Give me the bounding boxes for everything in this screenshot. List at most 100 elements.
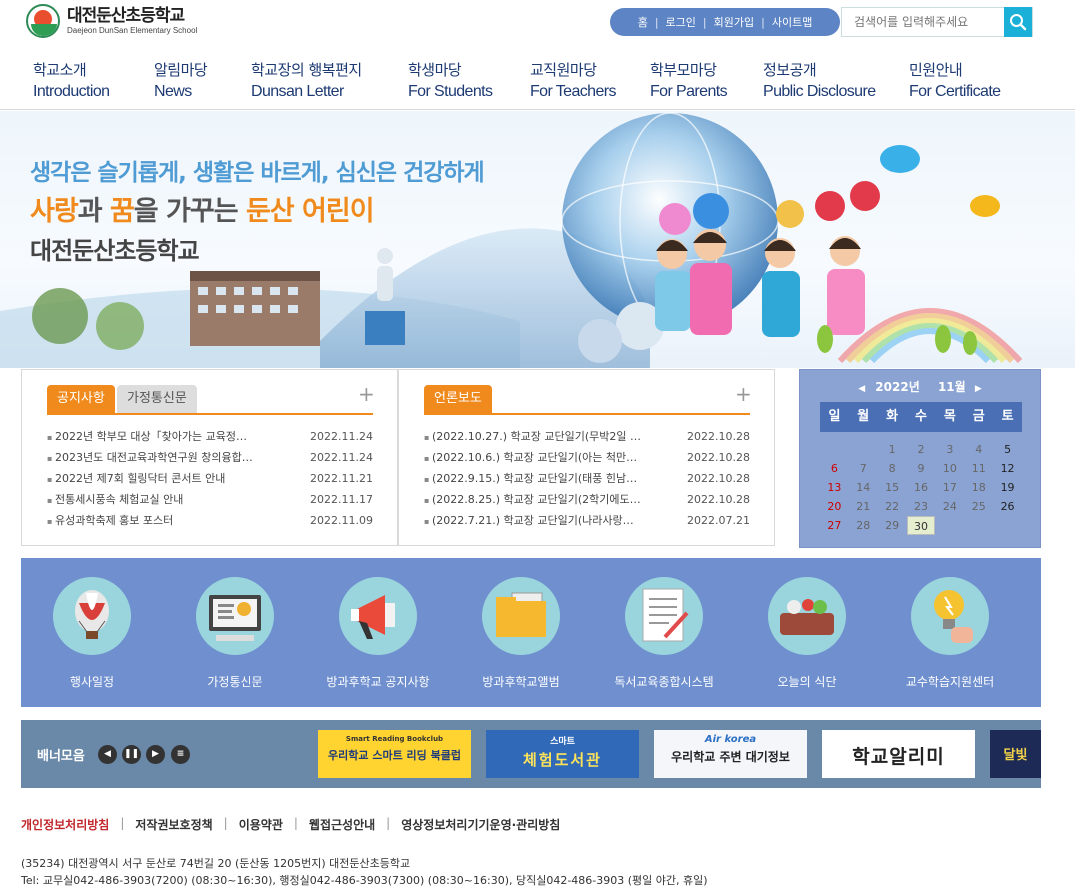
banner-caption: Air korea [704,734,757,745]
quick-item-reading-system[interactable]: 독서교육종합시스템 [609,577,719,690]
calendar-prev-button[interactable]: ◀ [858,384,865,394]
calendar-day[interactable]: 19 [993,478,1022,497]
banner-title: 배너모음 [37,749,85,764]
list-item[interactable]: 전통세시풍속 체험교실 안내2022.11.17 [47,489,373,510]
banner-next-button[interactable]: ▶ [146,745,165,764]
logo-subtitle: Daejeon DunSan Elementary School [67,26,198,35]
list-item[interactable]: (2022.10.27.) 학교장 교단일기(무박2일 …2022.10.28 [424,426,750,447]
calendar-next-button[interactable]: ▶ [975,384,982,394]
list-item[interactable]: (2022.8.25.) 학교장 교단일기(2학기에도…2022.10.28 [424,489,750,510]
nav-introduction[interactable]: 학교소개 Introduction [33,60,110,102]
login-link[interactable]: 로그인 [666,14,696,30]
nav-label-en: For Teachers [530,83,616,100]
nav-label-ko: 알림마당 [154,61,208,79]
press-more-button[interactable]: + [735,384,752,404]
calendar-day[interactable]: 10 [935,459,964,478]
nav-parents[interactable]: 학부모마당 For Parents [650,60,728,102]
cctv-policy-link[interactable]: 영상정보처리기기운영·관리방침 [401,816,560,833]
accessibility-link[interactable]: 웹접근성안내 [309,816,375,833]
calendar-day[interactable]: 26 [993,497,1022,516]
quick-item-label: 행사일정 [69,675,115,689]
nav-students[interactable]: 학생마당 For Students [408,60,493,102]
list-item[interactable]: (2022.7.21.) 학교장 교단일기(나라사랑…2022.07.21 [424,510,750,531]
banner-moonlight[interactable]: 달빛 [990,730,1041,778]
calendar-day[interactable]: 16 [907,478,936,497]
nav-public-disclosure[interactable]: 정보공개 Public Disclosure [763,60,876,102]
notice-more-button[interactable]: + [358,384,375,404]
calendar-day[interactable]: 24 [935,497,964,516]
weekday-label: 토 [1001,409,1014,424]
calendar-day[interactable]: 12 [993,459,1022,478]
calendar-day[interactable]: 27 [820,516,849,535]
calendar-day[interactable]: 5 [993,440,1022,459]
school-logo[interactable]: 대전둔산초등학교 Daejeon DunSan Elementary Schoo… [26,4,197,38]
banner-smart-library[interactable]: 스마트 체험도서관 [486,730,639,778]
list-item[interactable]: 2022년 학부모 대상「찾아가는 교육정…2022.11.24 [47,426,373,447]
calendar-weekdays: 일 월 화 수 목 금 토 [820,402,1022,432]
calendar-day[interactable]: 4 [964,440,993,459]
calendar-day[interactable]: 6 [820,459,849,478]
calendar-day[interactable]: 23 [907,497,936,516]
calendar-day[interactable]: 1 [878,440,907,459]
list-item[interactable]: 2022년 제7회 힐링닥터 콘서트 안내2022.11.21 [47,468,373,489]
logo-title: 대전둔산초등학교 [67,6,185,26]
nav-dunsan-letter[interactable]: 학교장의 행복편지 Dunsan Letter [251,60,362,102]
search-button[interactable] [1004,7,1032,37]
calendar-day[interactable]: 22 [878,497,907,516]
quick-item-afterschool-notice[interactable]: 방과후학교 공지사항 [323,577,433,690]
banner-smart-reading[interactable]: Smart Reading Bookclub 우리학교 스마트 리딩 북클럽 [318,730,471,778]
sitemap-link[interactable]: 사이트맵 [772,14,812,30]
calendar-day[interactable]: 14 [849,478,878,497]
nav-label-en: News [154,83,192,100]
calendar-day[interactable]: 18 [964,478,993,497]
calendar-day[interactable]: 13 [820,478,849,497]
privacy-policy-link[interactable]: 개인정보처리방침 [21,816,109,833]
tab-press[interactable]: 언론보도 [424,385,492,413]
calendar-day[interactable]: 8 [878,459,907,478]
copyright-policy-link[interactable]: 저작권보호정책 [135,816,212,833]
list-item[interactable]: 유성과학축제 홍보 포스터2022.11.09 [47,510,373,531]
calendar-day[interactable]: 7 [849,459,878,478]
quick-item-home-letter[interactable]: 가정통신문 [180,577,290,690]
lightbulb-icon [911,577,989,655]
list-item[interactable]: (2022.10.6.) 학교장 교단일기(아는 척만…2022.10.28 [424,447,750,468]
monitor-icon [196,577,274,655]
calendar-day[interactable]: 2 [907,440,936,459]
hero-motto-word: 둔산 어린이 [245,196,375,227]
banner-pause-button[interactable]: ❚❚ [122,745,141,764]
tab-home-letter[interactable]: 가정통신문 [117,385,197,413]
nav-news[interactable]: 알림마당 News [154,60,208,102]
calendar-day[interactable]: 21 [849,497,878,516]
calendar-day[interactable]: 20 [820,497,849,516]
quick-item-todays-meal[interactable]: 오늘의 식단 [752,577,862,690]
calendar-day[interactable]: 17 [935,478,964,497]
hero-banner: 생각은 슬기롭게, 생활은 바르게, 심신은 건강하게 사랑과 꿈을 가꾸는 둔… [0,111,1075,368]
calendar-day[interactable]: 28 [849,516,878,535]
quick-item-learning-center[interactable]: 교수학습지원센터 [895,577,1005,690]
terms-link[interactable]: 이용약관 [239,816,283,833]
balloon-icon [53,577,131,655]
calendar-day[interactable]: 15 [878,478,907,497]
nav-teachers[interactable]: 교직원마당 For Teachers [530,60,616,102]
banner-list-button[interactable]: ≡ [171,745,190,764]
list-item[interactable]: 2023년도 대전교육과학연구원 창의융합…2022.11.24 [47,447,373,468]
quick-item-afterschool-album[interactable]: 방과후학교앨범 [466,577,576,690]
banner-prev-button[interactable]: ◀ [98,745,117,764]
calendar-day[interactable]: 9 [907,459,936,478]
calendar-day[interactable]: 25 [964,497,993,516]
nav-certificate[interactable]: 민원안내 For Certificate [909,60,1001,102]
join-link[interactable]: 회원가입 [714,14,754,30]
calendar-day[interactable]: 3 [935,440,964,459]
calendar-day[interactable]: 29 [878,516,907,535]
tab-notice[interactable]: 공지사항 [47,385,115,413]
home-link[interactable]: 홈 [638,14,648,30]
calendar-day[interactable]: 30 [906,516,936,535]
quick-item-events[interactable]: 행사일정 [37,577,147,690]
banner-air-korea[interactable]: Air korea 우리학교 주변 대기정보 [654,730,807,778]
megaphone-icon [339,577,417,655]
calendar-day[interactable]: 11 [964,459,993,478]
search-input[interactable] [842,8,1004,36]
list-item[interactable]: (2022.9.15.) 학교장 교단일기(태풍 힌남…2022.10.28 [424,468,750,489]
item-date: 2022.11.24 [310,430,373,443]
banner-school-info[interactable]: 학교알리미 [822,730,975,778]
